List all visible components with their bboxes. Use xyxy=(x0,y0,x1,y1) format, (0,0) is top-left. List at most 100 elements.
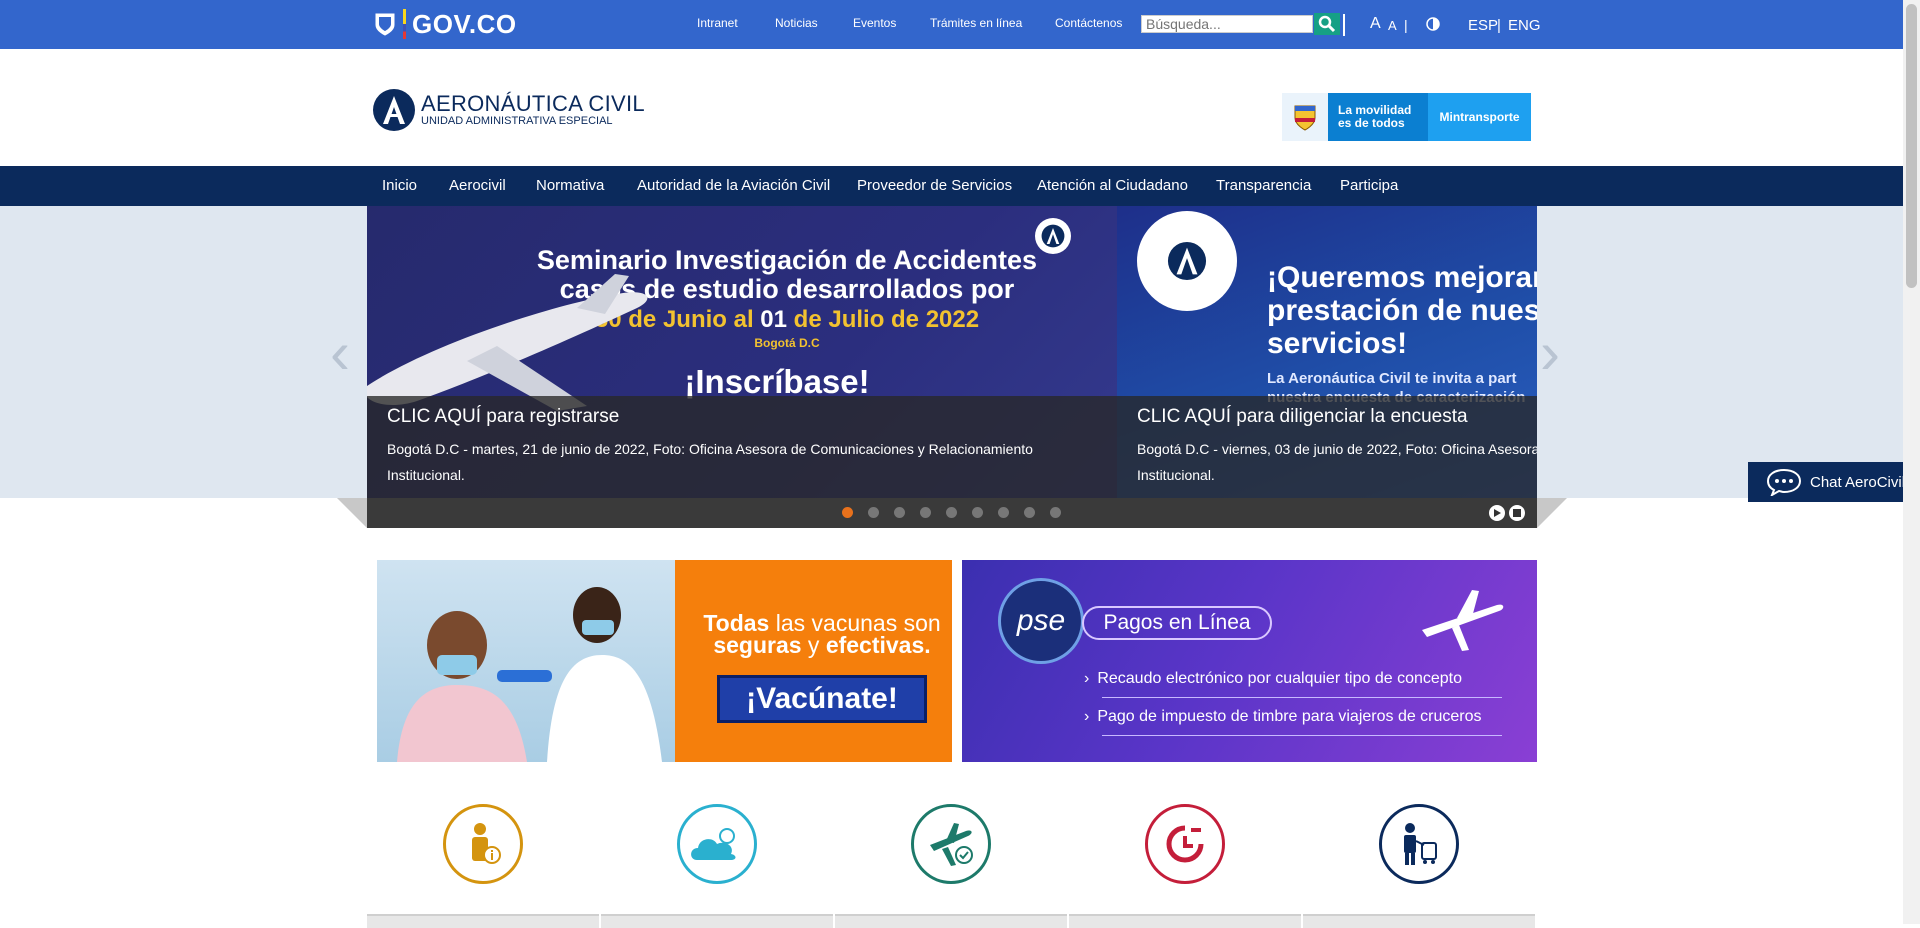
scrollbar-thumb[interactable] xyxy=(1906,4,1917,288)
search-icon xyxy=(1318,15,1336,33)
gov-logo-separator xyxy=(403,9,406,39)
slide2-body-line1: La Aeronáutica Civil te invita a part xyxy=(1267,370,1517,387)
traveler-luggage-icon xyxy=(1404,823,1437,865)
slide1-date-day: 01 xyxy=(760,306,787,333)
service-atesoria[interactable] xyxy=(1145,804,1225,884)
chevron-right-icon: › xyxy=(1084,670,1090,687)
nav-item-participa[interactable]: Participa xyxy=(1340,177,1398,194)
carousel-dot[interactable] xyxy=(894,507,905,518)
carousel-dot[interactable] xyxy=(1024,507,1035,518)
nav-item-proveedor[interactable]: Proveedor de Servicios xyxy=(857,177,1012,194)
nav-item-transparencia[interactable]: Transparencia xyxy=(1216,177,1311,194)
slide2-heading-line3: servicios! xyxy=(1267,327,1408,360)
slogan-word-seguras: seguras xyxy=(713,632,802,658)
toolbar-divider xyxy=(1343,14,1345,36)
service-label-strip xyxy=(601,914,833,928)
weather-cloud-icon xyxy=(691,828,736,860)
nav-item-atencion[interactable]: Atención al Ciudadano xyxy=(1037,177,1188,194)
carousel-slide-seminario[interactable]: Seminario Investigación de Accidentes ca… xyxy=(367,206,1117,498)
chat-aerocivil-button[interactable]: Chat AeroCivil xyxy=(1748,462,1919,502)
slide2-heading-line2: prestación de nues xyxy=(1267,294,1537,327)
pse-item-2-label: Pago de impuesto de timbre para viajeros… xyxy=(1097,708,1482,725)
vacunacion-message-panel: Todas las vacunas son seguras y efectiva… xyxy=(675,560,952,762)
nav-item-aerocivil[interactable]: Aerocivil xyxy=(449,177,506,194)
carousel-dot[interactable] xyxy=(972,507,983,518)
play-icon xyxy=(1494,509,1501,517)
service-plan-de-vuelo[interactable] xyxy=(911,804,991,884)
pse-airplane-icon xyxy=(1422,590,1504,651)
carousel-stop-button[interactable] xyxy=(1509,505,1525,521)
vacunacion-banner[interactable]: Todas las vacunas son seguras y efectiva… xyxy=(377,560,952,762)
carousel-dot[interactable] xyxy=(842,507,853,518)
slide2-caption-title[interactable]: CLIC AQUÍ para diligenciar la encuesta xyxy=(1137,406,1468,428)
service-label-strip xyxy=(367,914,599,928)
contrast-toggle[interactable] xyxy=(1426,17,1440,36)
font-decrease-button[interactable]: A xyxy=(1388,18,1397,33)
nav-item-normativa[interactable]: Normativa xyxy=(536,177,604,194)
top-link-contactenos[interactable]: Contáctenos xyxy=(1055,16,1122,30)
carousel-play-button[interactable] xyxy=(1489,505,1505,521)
slide2-aerocivil-emblem-icon xyxy=(1137,211,1237,311)
lang-separator: | xyxy=(1497,17,1501,34)
search-input[interactable] xyxy=(1141,15,1313,33)
carousel-next-arrow-icon[interactable]: › xyxy=(1540,318,1560,387)
slide2-caption-text: Bogotá D.C - viernes, 03 de junio de 202… xyxy=(1137,441,1537,483)
search-button[interactable] xyxy=(1314,13,1340,35)
pse-item-1-label: Recaudo electrónico por cualquier tipo d… xyxy=(1097,670,1463,687)
pse-item-2[interactable]: › Pago de impuesto de timbre para viajero… xyxy=(1084,708,1504,726)
pse-title: Pagos en Línea xyxy=(1082,606,1272,640)
pse-pagos-banner[interactable]: pse Pagos en Línea › Recaudo electrónico … xyxy=(962,560,1537,762)
carousel-dot[interactable] xyxy=(946,507,957,518)
slide1-aerocivil-emblem-icon xyxy=(1035,218,1071,254)
pse-divider xyxy=(1102,735,1502,736)
carousel-dot[interactable] xyxy=(920,507,931,518)
stop-icon xyxy=(1513,509,1521,517)
mintransporte-banner[interactable]: La movilidad es de todos Mintransporte xyxy=(1282,93,1531,141)
lang-en-link[interactable]: ENG xyxy=(1508,17,1541,34)
slide2-caption: CLIC AQUÍ para diligenciar la encuesta B… xyxy=(1117,396,1537,498)
slide2-heading: ¡Queremos mejorar prestación de nues ser… xyxy=(1267,261,1537,360)
slide1-caption: CLIC AQUÍ para registrarse Bogotá D.C - … xyxy=(367,396,1117,498)
attendant-info-icon xyxy=(472,823,501,864)
slide2-heading-line1: ¡Queremos mejorar xyxy=(1267,261,1537,294)
vaccination-illustration-icon xyxy=(397,587,662,762)
top-link-intranet[interactable]: Intranet xyxy=(697,16,738,30)
slogan-word-efectivas: efectivas. xyxy=(825,632,931,658)
colombia-shield-icon xyxy=(375,13,395,36)
carousel-dot[interactable] xyxy=(868,507,879,518)
service-label-strip xyxy=(835,914,1067,928)
service-atencion[interactable] xyxy=(443,804,523,884)
carousel-prev-arrow-icon[interactable]: ‹ xyxy=(330,318,350,387)
aerocivil-logo-subtitle: UNIDAD ADMINISTRATIVA ESPECIAL xyxy=(421,115,613,127)
slide1-caption-text: Bogotá D.C - martes, 21 de junio de 2022… xyxy=(387,441,1033,483)
service-label-strip xyxy=(1303,914,1535,928)
slide1-airplane-icon xyxy=(367,274,648,411)
gov-logo-text: GOV.CO xyxy=(412,8,517,39)
carousel-slide-encuesta[interactable]: ¡Queremos mejorar prestación de nues ser… xyxy=(1117,206,1537,498)
font-separator: | xyxy=(1404,17,1408,33)
chat-bubble-icon xyxy=(1766,468,1802,496)
contrast-icon xyxy=(1426,17,1440,31)
font-increase-button[interactable]: A xyxy=(1370,15,1381,33)
nav-item-inicio[interactable]: Inicio xyxy=(382,177,417,194)
pse-item-1[interactable]: › Recaudo electrónico por cualquier tipo … xyxy=(1084,670,1504,688)
colombia-coat-of-arms-icon xyxy=(1282,93,1328,141)
top-link-tramites[interactable]: Trámites en línea xyxy=(930,16,1022,30)
top-link-noticias[interactable]: Noticias xyxy=(775,16,818,30)
aerocivil-logo[interactable]: AERONÁUTICA CIVIL UNIDAD ADMINISTRATIVA … xyxy=(373,89,645,131)
nav-item-autoridad[interactable]: Autoridad de la Aviación Civil xyxy=(637,177,830,194)
service-guia-del-pasajero[interactable] xyxy=(1379,804,1459,884)
vacunacion-slogan: Todas las vacunas son seguras y efectiva… xyxy=(697,612,947,658)
lang-es-link[interactable]: ESP xyxy=(1468,17,1498,34)
vacunacion-photo xyxy=(377,560,675,762)
top-link-eventos[interactable]: Eventos xyxy=(853,16,896,30)
movilidad-slogan: La movilidad es de todos xyxy=(1328,93,1428,141)
mintransporte-label: Mintransporte xyxy=(1428,93,1531,141)
carousel-dot[interactable] xyxy=(1050,507,1061,518)
slide1-caption-title[interactable]: CLIC AQUÍ para registrarse xyxy=(387,406,619,428)
carousel-left-fold xyxy=(337,498,367,528)
slogan-word-y: y xyxy=(801,632,826,658)
carousel-dot[interactable] xyxy=(998,507,1009,518)
gov-co-logo[interactable]: GOV.CO xyxy=(373,8,517,40)
service-meteorologia[interactable] xyxy=(677,804,757,884)
